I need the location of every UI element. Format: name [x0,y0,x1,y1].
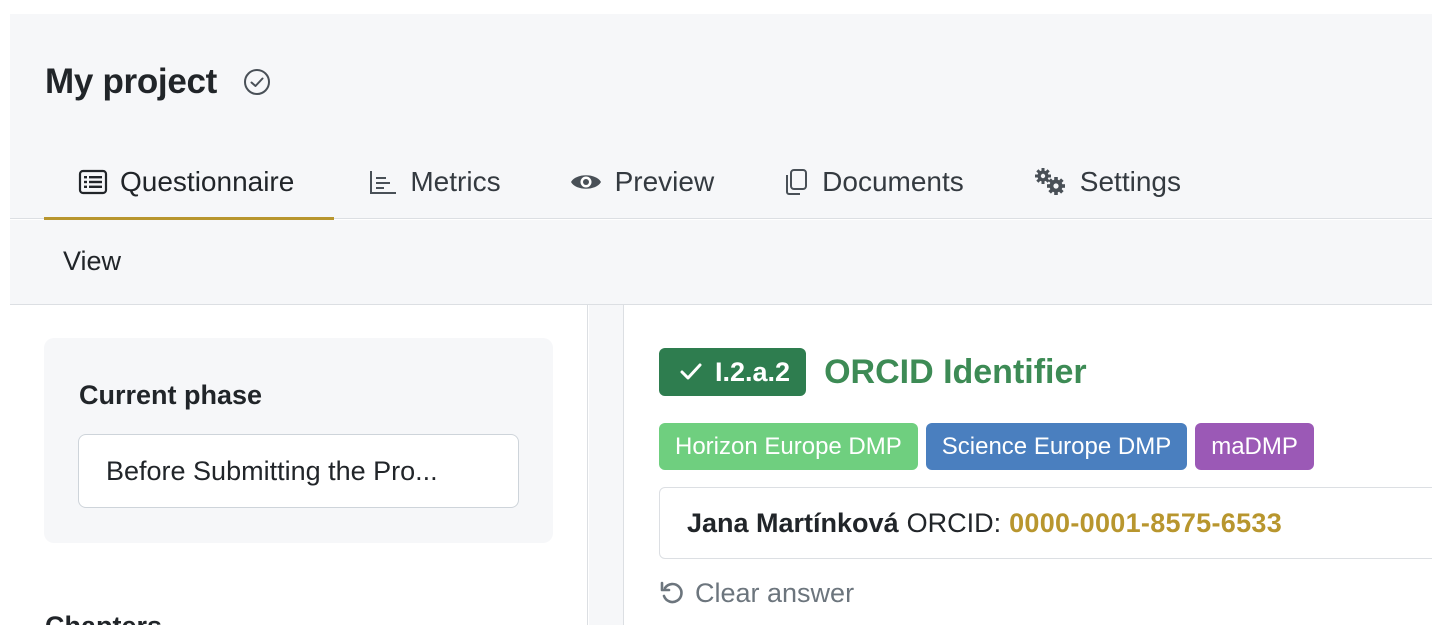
answer-person-name: Jana Martínková [687,507,899,538]
check-circle-icon [241,66,273,98]
check-icon [679,362,703,382]
tag-madmp: maDMP [1195,423,1314,470]
view-menu[interactable]: View [63,246,121,277]
question-number-badge: I.2.a.2 [659,348,807,396]
question-number: I.2.a.2 [715,356,791,387]
eye-icon [569,169,603,195]
answer-orcid-label: ORCID: [906,507,1002,538]
question-title: ORCID Identifier [824,352,1087,391]
tab-settings[interactable]: Settings [998,156,1215,220]
question-pane: I.2.a.2 ORCID Identifier Horizon Europe … [625,305,1432,625]
project-header: My project Questionnaire Metrics Preview… [10,14,1432,220]
tab-preview[interactable]: Preview [535,156,749,220]
project-tabs: Questionnaire Metrics Preview Documents … [44,156,1215,220]
tab-label: Documents [822,165,964,197]
bar-chart-icon [368,169,398,195]
pane-divider[interactable] [589,305,624,625]
title-row: My project [45,60,273,104]
gears-icon [1032,167,1068,197]
current-phase-title: Current phase [79,380,263,410]
tab-label: Preview [614,165,715,197]
page-title: My project [45,62,218,101]
question-header: I.2.a.2 ORCID Identifier [659,347,1087,397]
tag-science-europe-dmp: Science Europe DMP [925,423,1188,470]
phase-select[interactable]: Before Submitting the Pro... [78,434,519,508]
list-icon [78,169,108,195]
view-toolbar: View [10,220,1432,305]
questionnaire-sidebar: Current phase Before Submitting the Pro.… [10,305,588,625]
chapters-heading: Chapters [45,611,162,625]
tab-label: Questionnaire [120,165,295,197]
orcid-answer-box[interactable]: Jana Martínková ORCID: 0000-0001-8575-65… [659,487,1432,559]
undo-icon [659,580,685,606]
tab-label: Metrics [410,165,501,197]
app-window: My project Questionnaire Metrics Preview… [10,14,1432,625]
tab-questionnaire[interactable]: Questionnaire [44,156,335,220]
tab-metrics[interactable]: Metrics [334,156,534,220]
tag-horizon-europe-dmp: Horizon Europe DMP [659,423,918,470]
current-phase-card: Current phase Before Submitting the Pro.… [44,338,553,543]
answer-orcid-link[interactable]: 0000-0001-8575-6533 [1009,508,1282,539]
question-tags: Horizon Europe DMP Science Europe DMP ma… [659,423,1322,470]
clear-answer-button[interactable]: Clear answer [659,573,854,613]
tab-label: Settings [1079,165,1181,197]
tab-documents[interactable]: Documents [748,156,998,220]
documents-icon [782,167,810,197]
clear-answer-label: Clear answer [695,577,855,608]
